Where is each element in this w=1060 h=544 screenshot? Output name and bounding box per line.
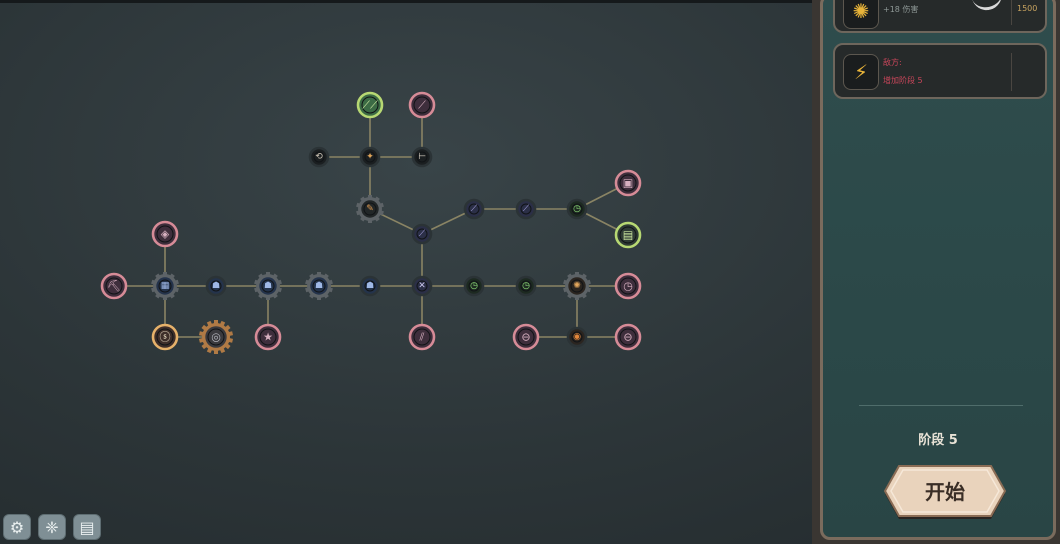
skill-node-sword-purple-icon[interactable]: ⟋ (463, 198, 485, 220)
enemy-card[interactable]: ⚡ 敌方: 增加阶段 5 (833, 43, 1047, 99)
sword-purple-icon: ⟋ (419, 229, 426, 239)
skill-node-bag-blue-icon[interactable]: ☗ (359, 275, 381, 297)
hook-icon: ⟲ (315, 152, 323, 162)
abilities-button[interactable]: ❈ (38, 514, 66, 540)
skill-node-flag-axe-icon[interactable]: ⊢ (411, 146, 433, 168)
skill-tree: ⟋⟋ ⟋⟲ ✦ ⊢✎⟋⟋ ⟋ ◷▣▤◈⛏ ▦ ☗ ☗ ☗ ☗ ✕ ◷ ◷ ✺ ◷ⓢ ◎ ★ ⫽ ⊖ ◉ ⊖ (100, 91, 642, 354)
skill-tree-nodes: ⟋⟋ ⟋⟲ ✦ ⊢✎⟋⟋ ⟋ ◷▣▤◈⛏ ▦ ☗ ☗ ☗ ☗ ✕ ◷ ◷ ✺ ◷ⓢ ◎ ★ ⫽ ⊖ ◉ ⊖ (100, 91, 642, 354)
gear-icon: ⚙ (9, 517, 25, 537)
skill-node-gem-icon[interactable]: ◈ (151, 220, 179, 248)
enemy-card-title: 敌方: (883, 58, 902, 67)
card-separator (1011, 53, 1012, 91)
skill-node-torch-icon[interactable]: ✎ (356, 195, 384, 223)
money-bag-icon: ⓢ (160, 331, 171, 344)
claw-icon: ⫽ (419, 331, 425, 344)
clipboard-icon: ▤ (79, 517, 95, 537)
panel-inner: ✺ +18 伤害 1500 ⚡ 敌方: 增加阶段 5 阶段 5 开始 (820, 0, 1056, 540)
skill-node-hook-icon[interactable]: ⟲ (308, 146, 330, 168)
swoosh-icon (971, 0, 1005, 13)
skill-node-money-bag-icon[interactable]: ⓢ (151, 323, 179, 351)
skill-node-bag-blue-icon[interactable]: ☗ (254, 272, 282, 300)
bag-blue-icon: ☗ (366, 281, 374, 291)
skill-node-star-icon[interactable]: ★ (254, 323, 282, 351)
game-screen: ⟋⟋ ⟋ ⟲ ✦ ⊢ ✎ ⟋ ⟋ ⟋ ◷ ▣ ▤ ◈ ⛏ ▦ ☗ ☗ ☗ ☗ ✕ ◷ ◷ ✺ ◷ ⓢ ◎ ★ ⫽ ⊖ ◉ ⊖ ✺ +18 伤… (0, 0, 1060, 544)
mask-icon: ⊖ (521, 331, 530, 344)
torch-icon: ✎ (366, 204, 374, 214)
card-cost: 1500 (1017, 4, 1038, 13)
card-effect-text: +18 伤害 (883, 5, 919, 14)
skill-node-clock-green-icon[interactable]: ◷ (566, 198, 588, 220)
stage-label: 阶段 5 (918, 433, 958, 448)
skill-node-sawblade-icon[interactable]: ◎ (198, 320, 234, 354)
clock-green-icon: ◷ (573, 204, 581, 214)
bag-blue-icon: ☗ (264, 281, 272, 291)
flag-axe-icon: ⊢ (418, 152, 426, 162)
skill-node-mask-icon[interactable]: ⊖ (512, 323, 540, 351)
lightning-icon: ⚡ (843, 54, 879, 90)
sparkle-icon: ❈ (45, 517, 59, 537)
skill-node-sword-purple-icon[interactable]: ⟋ (515, 198, 537, 220)
chest-icon: ▤ (623, 229, 633, 242)
clock-green-icon: ◷ (522, 281, 530, 291)
skill-node-bag-blue-icon[interactable]: ☗ (305, 272, 333, 300)
skill-node-clock-pink-icon[interactable]: ◷ (614, 272, 642, 300)
mask-icon: ⊖ (623, 331, 632, 344)
sawblade-icon: ◎ (211, 331, 221, 344)
skill-node-mask-icon[interactable]: ⊖ (614, 323, 642, 351)
crossed-swords-icon: ✕ (418, 281, 426, 291)
upgrade-card-damage[interactable]: ✺ +18 伤害 1500 (833, 0, 1047, 33)
clock-pink-icon: ◷ (623, 280, 633, 293)
orb-orange-icon: ◉ (573, 332, 581, 342)
skill-node-sword-purple-icon[interactable]: ⟋ (411, 223, 433, 245)
sword-purple-icon: ⟋ (523, 204, 530, 214)
bag-blue-icon: ☗ (315, 281, 323, 291)
gem-icon: ◈ (161, 228, 170, 241)
skill-node-clock-green-icon[interactable]: ◷ (515, 275, 537, 297)
enemy-card-effect: 增加阶段 5 (883, 76, 923, 85)
skill-node-fist-icon[interactable]: ✦ (359, 146, 381, 168)
right-panel: ✺ +18 伤害 1500 ⚡ 敌方: 增加阶段 5 阶段 5 开始 (812, 0, 1060, 544)
clock-green-icon: ◷ (470, 281, 478, 291)
skill-node-chest-icon[interactable]: ▤ (614, 221, 642, 249)
skill-node-clock-green-icon[interactable]: ◷ (463, 275, 485, 297)
skill-node-claw-icon[interactable]: ⫽ (408, 323, 436, 351)
start-button[interactable]: 开始 (883, 463, 1007, 519)
notes-button[interactable]: ▤ (73, 514, 101, 540)
skill-node-orb-orange-icon[interactable]: ◉ (566, 326, 588, 348)
panel-divider (859, 405, 1023, 406)
skill-node-sun-burst-icon[interactable]: ✺ (563, 272, 591, 300)
cubes-icon: ▦ (161, 281, 170, 291)
gift-icon: ▣ (623, 177, 633, 190)
beetle-icon: ✺ (843, 0, 879, 29)
card-separator (1011, 0, 1012, 25)
start-button-label: 开始 (925, 479, 965, 504)
fist-icon: ✦ (366, 152, 374, 162)
double-blade-icon: ⟋⟋ (362, 99, 378, 112)
skill-node-bag-blue-icon[interactable]: ☗ (205, 275, 227, 297)
skill-node-cubes-icon[interactable]: ▦ (151, 272, 179, 300)
skill-node-gift-icon[interactable]: ▣ (614, 169, 642, 197)
settings-button[interactable]: ⚙ (3, 514, 31, 540)
skill-node-crossed-swords-icon[interactable]: ✕ (411, 275, 433, 297)
sword-purple-icon: ⟋ (471, 204, 478, 214)
star-icon: ★ (263, 331, 273, 344)
skill-node-double-blade-icon[interactable]: ⟋⟋ (356, 91, 384, 119)
pickaxe-icon: ⛏ (107, 280, 121, 293)
sun-burst-icon: ✺ (573, 281, 581, 291)
feather-blade-icon: ⟋ (418, 99, 426, 112)
skill-node-feather-blade-icon[interactable]: ⟋ (408, 91, 436, 119)
bag-blue-icon: ☗ (212, 281, 220, 291)
skill-node-pickaxe-icon[interactable]: ⛏ (100, 272, 128, 300)
